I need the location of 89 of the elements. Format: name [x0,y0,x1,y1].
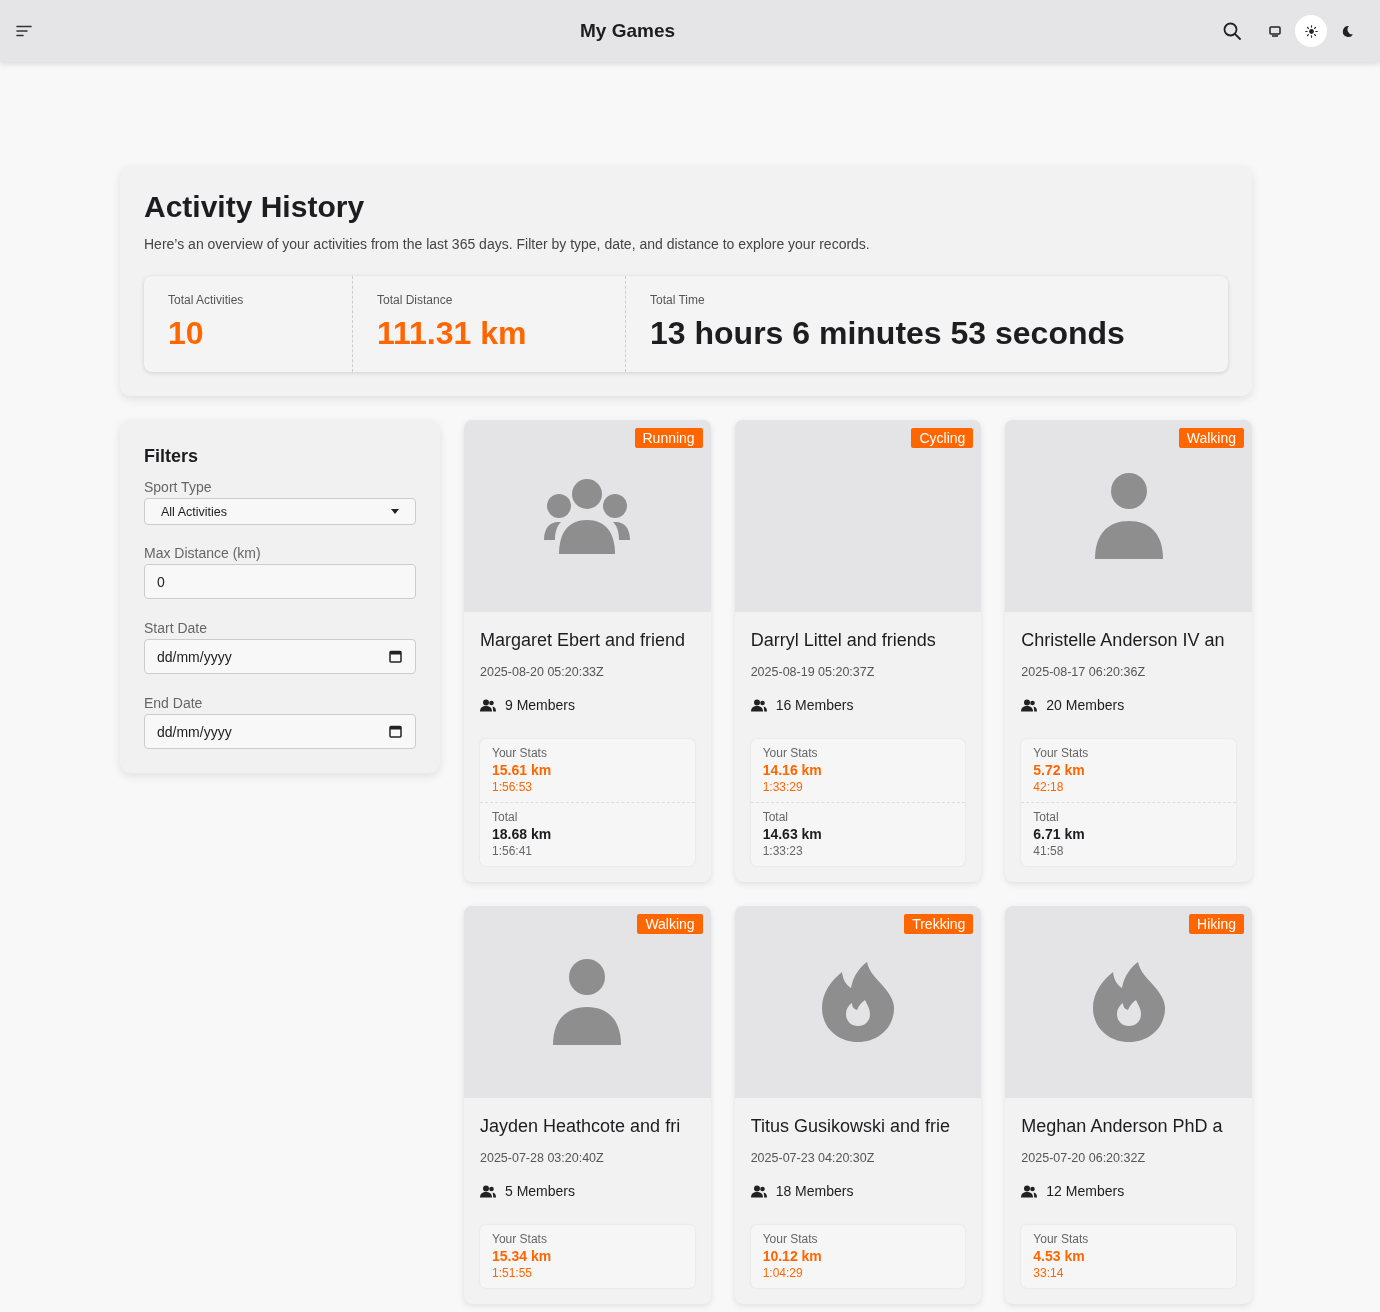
your-distance: 4.53 km [1033,1248,1086,1264]
member-count: 5 Members [505,1183,576,1199]
members-icon [750,698,767,712]
page-title: Activity History [144,190,366,224]
activity-title[interactable]: Meghan Anderson PhD a [1021,1116,1236,1137]
stat-label: Total Distance [377,293,454,307]
sport-badge: Walking [637,914,703,934]
stats-label: Your Stats [492,1232,548,1246]
members-icon [750,1184,767,1198]
stats-label: Total [1033,810,1060,824]
member-count: 9 Members [505,697,576,713]
stat-value: 10 [168,315,205,352]
member-count: 18 Members [775,1183,854,1199]
your-time: 1:56:53 [492,780,534,794]
flame-icon [1092,962,1165,1042]
your-time: 33:14 [1033,1266,1065,1280]
stat-label: Total Activities [168,293,245,307]
activity-title[interactable]: Christelle Anderson IV an [1021,630,1236,651]
sport-badge: Walking [1178,428,1244,448]
activity-date: 2025-08-17 06:20:36Z [1021,665,1147,679]
total-time: 41:58 [1033,844,1065,858]
your-time: 1:51:55 [492,1266,534,1280]
sun-icon [1304,24,1318,38]
date-field[interactable]: dd/mm/yyyy [144,714,416,749]
activity-date: 2025-08-20 05:20:33Z [480,665,605,679]
person-icon [553,959,622,1045]
sport-badge: Cycling [911,428,974,448]
your-distance: 15.34 km [492,1248,553,1264]
menu-icon[interactable] [16,25,32,37]
calendar-icon[interactable] [389,725,402,738]
monitor-icon [1269,25,1281,37]
your-time: 42:18 [1033,780,1065,794]
your-distance: 14.16 km [762,762,823,778]
sport-badge: Trekking [904,914,974,934]
stat-value: 111.31 km [377,315,528,352]
date-field[interactable]: dd/mm/yyyy [144,639,416,674]
total-distance: 6.71 km [1033,826,1086,842]
stats-label: Your Stats [762,1232,819,1246]
distance-field[interactable]: 0 [144,564,416,599]
member-count: 12 Members [1046,1183,1125,1199]
stats-label: Your Stats [1033,1232,1090,1246]
app-title: My Games [578,20,676,42]
field-label: Start Date [144,620,209,636]
activity-date: 2025-08-19 05:20:37Z [750,665,876,679]
sport-badge: Hiking [1189,914,1244,934]
total-time: 1:56:41 [492,844,534,858]
total-distance: 14.63 km [762,826,823,842]
members-icon [480,698,496,712]
activity-date: 2025-07-28 03:20:40Z [480,1151,605,1165]
sport-badge: Running [634,428,703,448]
group-icon [544,478,631,554]
stats-label: Your Stats [1033,746,1090,760]
your-distance: 10.12 km [762,1248,823,1264]
sport-type-select[interactable]: All Activities [144,498,416,525]
calendar-icon[interactable] [389,650,402,663]
activity-title[interactable]: Margaret Ebert and friend [480,630,695,651]
member-count: 20 Members [1046,697,1125,713]
person-icon [1094,473,1163,559]
total-time: 1:33:23 [762,844,804,858]
members-icon [1021,1184,1038,1198]
activity-title[interactable]: Titus Gusikowski and frie [750,1116,966,1137]
stats-label: Total [762,810,789,824]
field-label: Sport Type [144,479,213,495]
activity-title[interactable]: Darryl Littel and friends [750,630,966,651]
your-distance: 5.72 km [1033,762,1086,778]
members-icon [1021,698,1038,712]
your-time: 1:04:29 [762,1266,804,1280]
light-theme-button[interactable] [1295,15,1327,47]
your-time: 1:33:29 [762,780,804,794]
your-distance: 15.61 km [492,762,553,778]
stat-label: Total Time [650,293,706,307]
flame-icon [822,962,894,1042]
search-icon[interactable] [1223,22,1241,40]
caret-icon [391,509,399,514]
filters-title: Filters [144,446,200,467]
members-icon [480,1184,496,1198]
total-distance: 18.68 km [492,826,553,842]
activity-date: 2025-07-23 04:20:30Z [750,1151,876,1165]
activity-title[interactable]: Jayden Heathcote and fri [480,1116,695,1137]
stat-value: 13 hours 6 minutes 53 seconds [650,315,1126,352]
stats-label: Your Stats [492,746,548,760]
member-count: 16 Members [775,697,854,713]
field-label: End Date [144,695,204,711]
activity-date: 2025-07-20 06:20:32Z [1021,1151,1147,1165]
page-description: Here’s an overview of your activities from the last 365 days. Filter by type, date, and distance to explore your records. [144,236,871,252]
stats-label: Your Stats [762,746,819,760]
field-label: Max Distance (km) [144,545,262,561]
moon-icon [1340,24,1354,38]
stats-label: Total [492,810,519,824]
